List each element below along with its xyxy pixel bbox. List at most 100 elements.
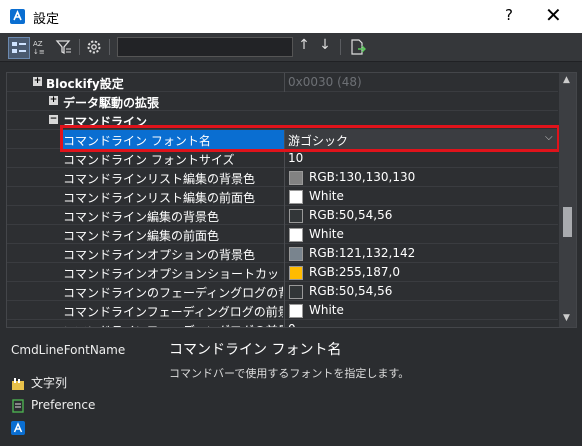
property-name: データ駆動の拡張 bbox=[63, 96, 160, 110]
property-row[interactable]: コマンドラインフェーディングログの前景 0 bbox=[7, 320, 558, 327]
color-swatch bbox=[289, 228, 303, 242]
property-internal-name: CmdLineFontName bbox=[11, 343, 126, 357]
property-type-label: 文字列 bbox=[31, 376, 68, 390]
property-name: コマンドライン フォントサイズ bbox=[63, 153, 235, 167]
property-value[interactable]: RGB:50,54,56 bbox=[309, 284, 392, 298]
category-row[interactable]: + データ駆動の拡張 bbox=[7, 92, 558, 111]
string-type-icon bbox=[11, 377, 25, 391]
category-row[interactable]: − コマンドライン bbox=[7, 111, 558, 130]
property-value[interactable]: 游ゴシック bbox=[288, 132, 348, 149]
property-value[interactable]: 0 bbox=[288, 322, 296, 327]
property-value[interactable]: White bbox=[309, 303, 344, 317]
property-value[interactable]: White bbox=[309, 227, 344, 241]
gear-icon[interactable] bbox=[84, 37, 104, 57]
toolbar: AZ ↓≡ ↑ ↓ bbox=[0, 33, 582, 62]
scroll-thumb[interactable] bbox=[563, 207, 572, 237]
move-up-button[interactable]: ↑ bbox=[294, 37, 314, 57]
property-row[interactable]: コマンドラインのフェーディングログの背景色 RGB:50,54,56 bbox=[7, 282, 558, 301]
color-swatch bbox=[289, 266, 303, 280]
filter-icon[interactable] bbox=[54, 37, 74, 57]
toolbar-separator bbox=[109, 39, 110, 55]
property-row[interactable]: コマンドライン編集の背景色 RGB:50,54,56 bbox=[7, 206, 558, 225]
close-button[interactable]: ✕ bbox=[545, 3, 562, 27]
description-text: コマンドバーで使用するフォントを指定します。 bbox=[169, 367, 410, 380]
property-meta-pane: CmdLineFontName 文字列 Preference bbox=[6, 331, 151, 441]
column-divider bbox=[284, 206, 285, 225]
expand-icon[interactable]: + bbox=[49, 96, 58, 105]
property-row[interactable]: コマンドライン編集の前面色 White bbox=[7, 225, 558, 244]
description-title: コマンドライン フォント名 bbox=[169, 342, 342, 358]
search-input[interactable] bbox=[117, 37, 293, 57]
preference-icon bbox=[11, 398, 25, 413]
column-divider bbox=[284, 168, 285, 187]
chevron-down-icon[interactable]: ⌵ bbox=[545, 132, 556, 147]
property-value[interactable]: White bbox=[309, 189, 344, 203]
property-row[interactable]: コマンドラインオプションの背景色 RGB:121,132,142 bbox=[7, 244, 558, 263]
property-row[interactable]: コマンドライン フォントサイズ 10 bbox=[7, 149, 558, 168]
property-value: 0x0030 (48) bbox=[288, 75, 362, 89]
property-name: コマンドライン編集の背景色 bbox=[63, 210, 220, 224]
color-swatch bbox=[289, 190, 303, 204]
property-row[interactable]: コマンドライン フォント名 游ゴシック ⌵ bbox=[7, 130, 558, 149]
property-name: コマンドラインオプションショートカット色 bbox=[63, 267, 283, 281]
property-name: コマンドライン編集の前面色 bbox=[63, 229, 220, 243]
svg-text:↓≡: ↓≡ bbox=[33, 48, 45, 56]
color-swatch bbox=[289, 209, 303, 223]
category-row[interactable]: + Blockify設定 0x0030 (48) bbox=[7, 73, 558, 92]
property-row[interactable]: コマンドラインオプションショートカット色 RGB:255,187,0 bbox=[7, 263, 558, 282]
expand-icon[interactable]: + bbox=[33, 77, 42, 86]
column-divider bbox=[284, 187, 285, 206]
column-divider bbox=[284, 282, 285, 301]
column-divider bbox=[284, 263, 285, 282]
property-value[interactable]: RGB:121,132,142 bbox=[309, 246, 415, 260]
property-row[interactable]: コマンドラインフェーディングログの前景色 White bbox=[7, 301, 558, 320]
property-name: コマンドラインフェーディングログの前景色 bbox=[63, 305, 283, 319]
property-name: Blockify設定 bbox=[46, 77, 124, 91]
property-value[interactable]: RGB:130,130,130 bbox=[309, 170, 415, 184]
property-type-row: 文字列 bbox=[11, 374, 67, 392]
property-category-label: Preference bbox=[31, 398, 96, 412]
scroll-down-arrow[interactable]: ▼ bbox=[563, 313, 570, 323]
toolbar-separator bbox=[340, 39, 341, 55]
property-row[interactable]: コマンドラインリスト編集の背景色 RGB:130,130,130 bbox=[7, 168, 558, 187]
color-swatch bbox=[289, 304, 303, 318]
app-icon bbox=[10, 9, 25, 24]
column-divider bbox=[284, 73, 285, 92]
property-name: コマンドラインオプションの背景色 bbox=[63, 248, 256, 262]
property-category-row: Preference bbox=[11, 398, 95, 416]
categorized-view-button[interactable] bbox=[8, 37, 30, 59]
collapse-icon[interactable]: − bbox=[49, 115, 58, 124]
alphabetical-view-button[interactable]: AZ ↓≡ bbox=[31, 37, 51, 57]
property-name: コマンドラインリスト編集の背景色 bbox=[63, 172, 256, 186]
column-divider bbox=[284, 130, 285, 149]
column-divider bbox=[284, 149, 285, 168]
property-row[interactable]: コマンドラインリスト編集の前面色 White bbox=[7, 187, 558, 206]
property-name: コマンドラインリスト編集の前面色 bbox=[63, 191, 256, 205]
toolbar-separator bbox=[79, 39, 80, 55]
color-swatch bbox=[289, 285, 303, 299]
color-swatch bbox=[289, 171, 303, 185]
help-button[interactable]: ? bbox=[505, 6, 513, 24]
property-grid: + Blockify設定 0x0030 (48) + データ駆動の拡張 − コマンドラインコ… bbox=[6, 72, 577, 328]
export-icon[interactable] bbox=[348, 37, 368, 57]
vertical-scrollbar[interactable]: ▲ ▼ bbox=[559, 73, 576, 327]
property-value[interactable]: 10 bbox=[288, 151, 303, 165]
move-down-button[interactable]: ↓ bbox=[315, 37, 335, 57]
column-divider bbox=[284, 244, 285, 263]
property-name: コマンドラインのフェーディングログの背景色 bbox=[63, 286, 283, 300]
app-badge-icon bbox=[11, 420, 25, 435]
window-title: 設定 bbox=[33, 12, 60, 27]
property-name: コマンドライン bbox=[63, 115, 148, 129]
color-swatch bbox=[289, 247, 303, 261]
svg-text:AZ: AZ bbox=[33, 40, 43, 48]
column-divider bbox=[284, 320, 285, 327]
property-value[interactable]: RGB:50,54,56 bbox=[309, 208, 392, 222]
app-badge-row bbox=[11, 420, 31, 438]
property-value[interactable]: RGB:255,187,0 bbox=[309, 265, 400, 279]
property-name: コマンドライン フォント名 bbox=[63, 134, 211, 148]
column-divider bbox=[284, 301, 285, 320]
description-pane: コマンドライン フォント名 コマンドバーで使用するフォントを指定します。 bbox=[157, 331, 576, 441]
column-divider bbox=[284, 225, 285, 244]
property-name: コマンドラインフェーディングログの前景 bbox=[63, 322, 283, 327]
scroll-up-arrow[interactable]: ▲ bbox=[563, 75, 570, 85]
